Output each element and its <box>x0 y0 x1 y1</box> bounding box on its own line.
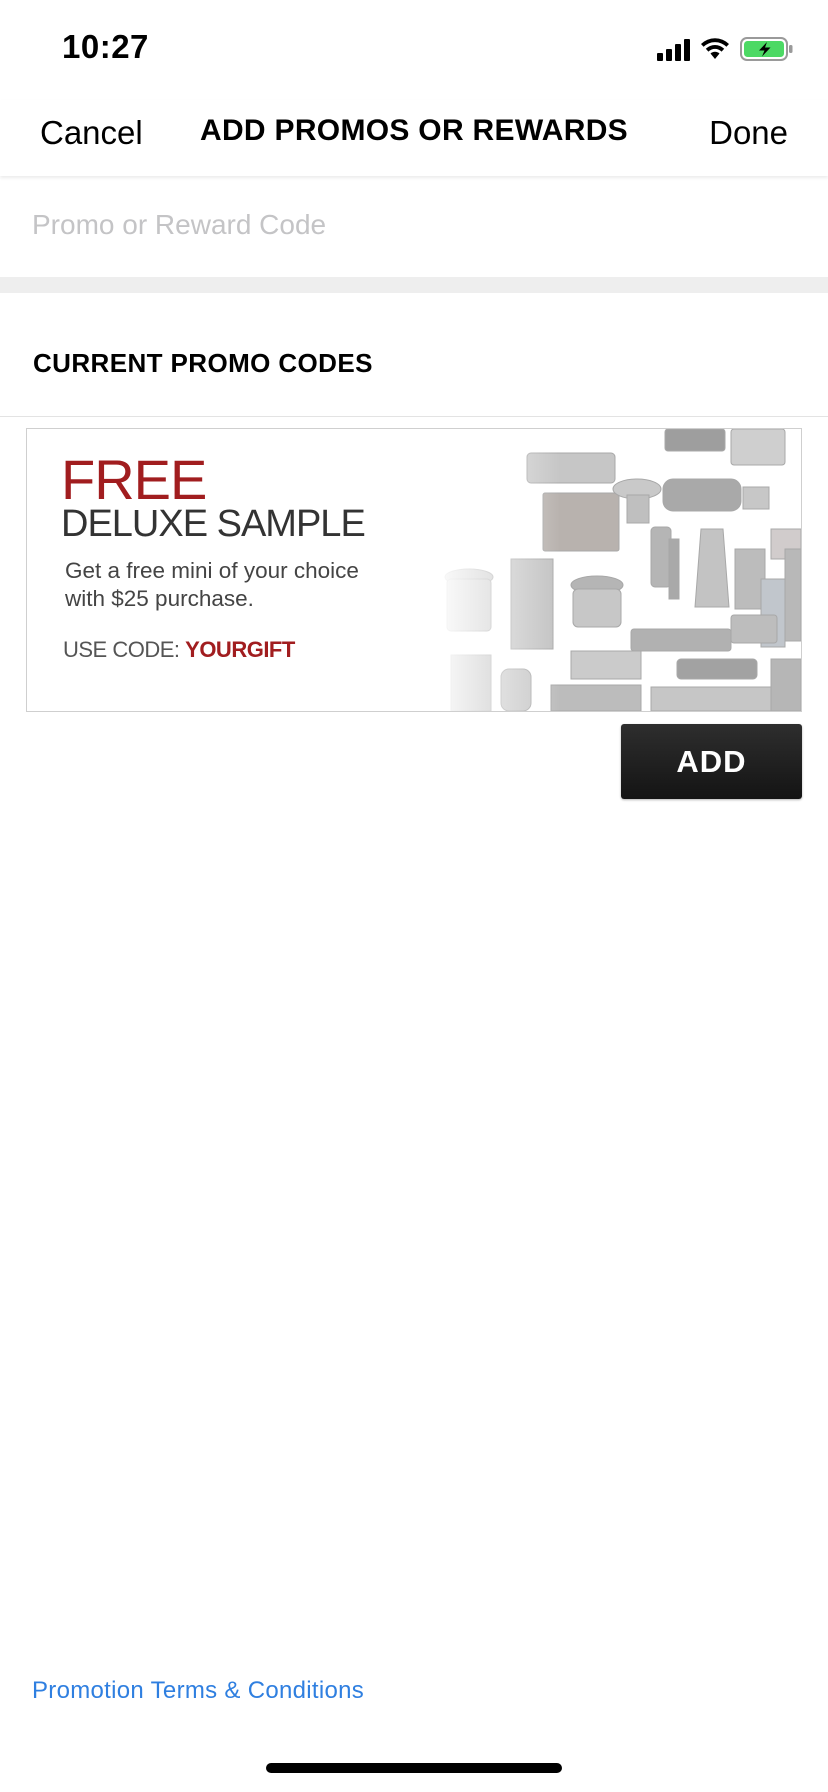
banner-code-line: USE CODE: YOURGIFT <box>63 637 295 663</box>
done-button[interactable]: Done <box>709 114 788 152</box>
promo-input-row <box>0 180 828 278</box>
code-label: USE CODE: <box>63 637 186 662</box>
status-time: 10:27 <box>62 28 149 65</box>
nav-bar: Cancel ADD PROMOS OR REWARDS Done <box>0 100 828 176</box>
section-separator <box>0 277 828 293</box>
promo-code-input[interactable] <box>32 202 792 248</box>
banner-description: Get a free mini of your choice with $25 … <box>65 558 359 611</box>
code-value: YOURGIFT <box>185 637 295 662</box>
signal-icon <box>657 37 690 61</box>
section-divider <box>0 416 828 417</box>
section-header: CURRENT PROMO CODES <box>33 348 373 378</box>
status-icons <box>657 36 794 62</box>
home-indicator <box>266 1763 562 1773</box>
page-title: ADD PROMOS OR REWARDS <box>200 114 628 147</box>
banner-subheadline: DELUXE SAMPLE <box>61 503 366 545</box>
wifi-icon <box>701 38 729 59</box>
promo-banner: FREE DELUXE SAMPLE Get a free mini of yo… <box>26 428 802 712</box>
promotion-terms-link[interactable]: Promotion Terms & Conditions <box>32 1677 364 1705</box>
cosmetics-products-image <box>431 429 801 711</box>
battery-charging-icon <box>740 37 793 61</box>
status-bar: 10:27 <box>0 0 828 100</box>
add-promo-button[interactable]: ADD <box>621 724 802 799</box>
